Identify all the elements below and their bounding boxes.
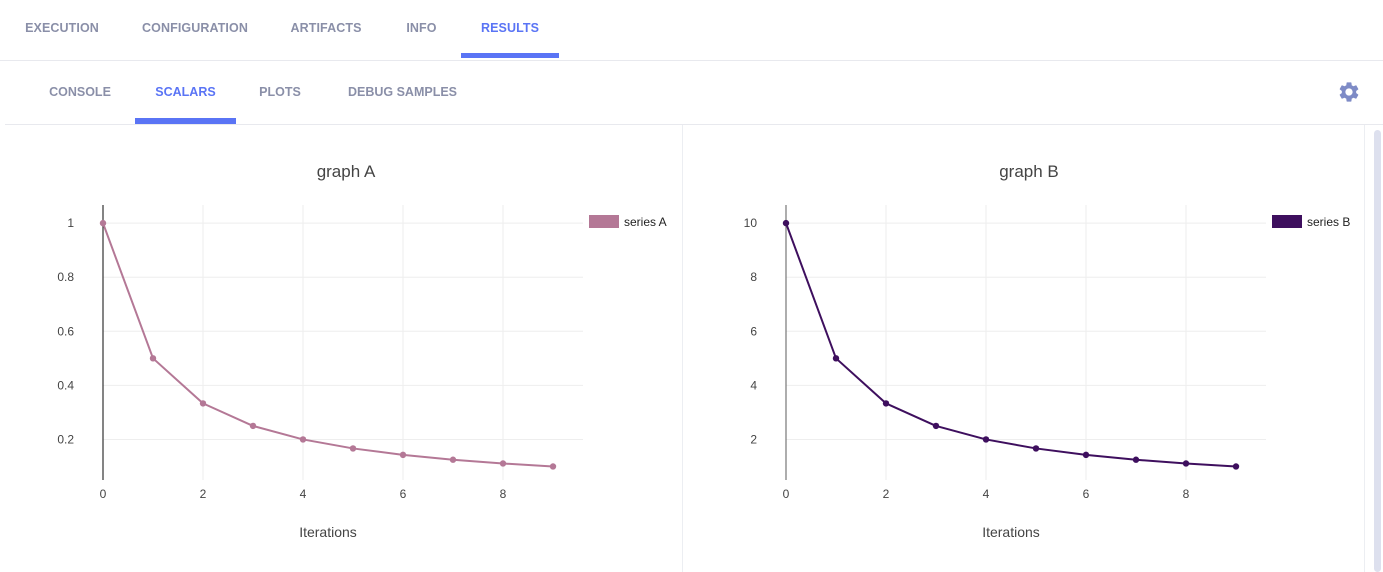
data-point <box>982 436 990 443</box>
chart-title: graph A <box>317 162 376 181</box>
data-point <box>1032 445 1040 452</box>
x-tick-label: 6 <box>1083 487 1090 501</box>
y-tick-label: 6 <box>750 324 757 338</box>
subtab-console[interactable]: CONSOLE <box>40 61 120 124</box>
sub-tab-bar: CONSOLE SCALARS PLOTS DEBUG SAMPLES <box>5 61 1383 125</box>
data-point <box>499 460 507 467</box>
tab-info[interactable]: INFO <box>398 0 445 58</box>
data-point <box>149 355 157 362</box>
data-point <box>832 355 840 362</box>
y-tick-label: 8 <box>750 270 757 284</box>
data-point <box>1232 463 1240 470</box>
data-point <box>99 219 107 227</box>
x-tick-label: 2 <box>200 487 207 501</box>
x-tick-label: 8 <box>500 487 507 501</box>
x-axis-label: Iterations <box>299 524 357 540</box>
x-tick-label: 0 <box>100 487 107 501</box>
data-point <box>399 451 407 459</box>
tab-artifacts[interactable]: ARTIFACTS <box>283 0 369 58</box>
data-point <box>249 422 257 430</box>
chart-title: graph B <box>999 162 1059 181</box>
gear-icon <box>1339 82 1359 102</box>
subtab-scalars[interactable]: SCALARS <box>135 61 236 124</box>
data-point <box>349 445 357 452</box>
tab-execution[interactable]: EXECUTION <box>20 0 104 58</box>
series-line <box>785 222 1237 468</box>
subtab-debug-samples[interactable]: DEBUG SAMPLES <box>335 61 470 124</box>
data-point <box>932 422 940 430</box>
legend-swatch-series-b <box>1272 215 1302 228</box>
settings-button[interactable] <box>1337 80 1361 104</box>
vertical-scrollbar[interactable] <box>1374 130 1381 572</box>
y-tick-label: 0.2 <box>57 432 74 446</box>
y-tick-label: 4 <box>750 378 757 392</box>
chart-graph-b: graph B 2 4 6 8 10 0 2 4 6 8 Iterations series B <box>744 162 1351 540</box>
data-point <box>549 463 557 470</box>
chart-graph-a: graph A 0.2 0.4 0.6 0.8 1 0 2 4 6 8 Iterations se… <box>57 162 667 540</box>
series-line <box>102 222 554 468</box>
x-tick-label: 6 <box>400 487 407 501</box>
legend-label-series-a: series A <box>624 215 667 229</box>
y-tick-label: 2 <box>750 432 757 446</box>
data-point <box>782 219 790 227</box>
data-point <box>1082 451 1090 459</box>
x-tick-label: 0 <box>783 487 790 501</box>
data-point <box>299 436 307 443</box>
tab-results[interactable]: RESULTS <box>461 0 559 58</box>
data-point <box>1182 460 1190 467</box>
x-tick-label: 2 <box>883 487 890 501</box>
tab-configuration[interactable]: CONFIGURATION <box>135 0 255 58</box>
legend[interactable]: series B <box>1272 215 1350 229</box>
y-tick-label: 10 <box>744 216 758 230</box>
x-axis-label: Iterations <box>982 524 1040 540</box>
y-tick-label: 0.4 <box>57 378 74 392</box>
top-tab-bar: EXECUTION CONFIGURATION ARTIFACTS INFO R… <box>0 0 1383 61</box>
data-point <box>1132 456 1140 463</box>
legend-label-series-b: series B <box>1307 215 1350 229</box>
panel-divider <box>1364 125 1365 572</box>
data-point <box>449 456 457 463</box>
x-tick-label: 8 <box>1183 487 1190 501</box>
y-tick-label: 1 <box>67 216 74 230</box>
data-point <box>199 400 207 407</box>
legend[interactable]: series A <box>589 215 667 229</box>
data-point <box>882 400 890 407</box>
y-tick-label: 0.6 <box>57 324 74 338</box>
subtab-underline <box>135 118 236 124</box>
panel-divider <box>682 125 683 572</box>
legend-swatch-series-a <box>589 215 619 228</box>
x-tick-label: 4 <box>300 487 307 501</box>
subtab-plots[interactable]: PLOTS <box>250 61 310 124</box>
y-tick-label: 0.8 <box>57 270 74 284</box>
x-tick-label: 4 <box>983 487 990 501</box>
tab-underline <box>461 53 559 58</box>
